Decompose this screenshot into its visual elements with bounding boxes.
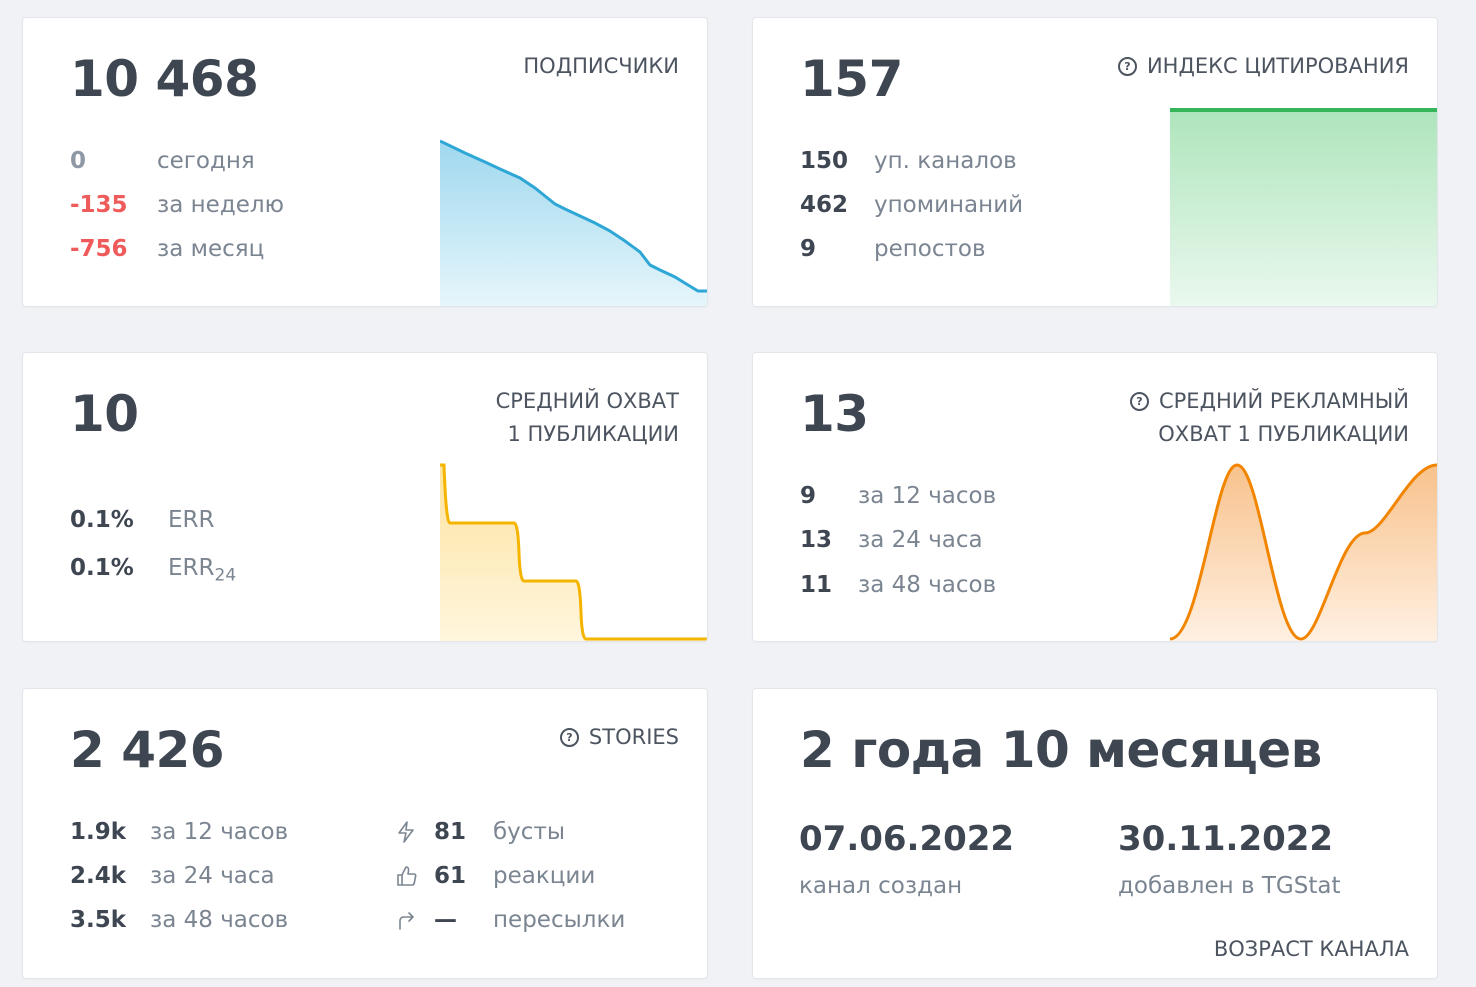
citation-card[interactable]: 157 ? ИНДЕКС ЦИТИРОВАНИЯ 150 уп. каналов… — [752, 17, 1438, 307]
age-card[interactable]: 2 года 10 месяцев 07.06.2022 канал созда… — [752, 688, 1438, 979]
help-icon[interactable]: ? — [1129, 392, 1149, 411]
reach-sparkline — [440, 463, 707, 641]
citation-row-channels: 150 уп. каналов — [800, 148, 1017, 174]
citation-row-mentions: 462 упоминаний — [800, 192, 1024, 218]
subscribers-title: ПОДПИСЧИКИ — [523, 54, 679, 78]
lightning-icon — [396, 821, 418, 846]
stories-boosts: 81 бусты — [396, 821, 565, 846]
forward-icon — [396, 909, 418, 934]
help-icon[interactable]: ? — [559, 728, 579, 747]
subscribers-row-week: -135 за неделю — [70, 192, 284, 218]
citation-title: ? ИНДЕКС ЦИТИРОВАНИЯ — [1117, 50, 1409, 83]
reach-err-row: 0.1% ERR — [70, 507, 215, 533]
subscribers-row-month: -756 за месяц — [70, 236, 265, 262]
created-date: 07.06.2022 — [799, 819, 1015, 859]
created-label: канал создан — [799, 873, 963, 899]
citation-sparkline — [1170, 108, 1437, 306]
subscribers-card[interactable]: 10 468 ПОДПИСЧИКИ 0 сегодня -135 за неде… — [22, 17, 708, 307]
subscribers-sparkline — [440, 139, 707, 306]
ad-reach-title: ? СРЕДНИЙ РЕКЛАМНЫЙ ОХВАТ 1 ПУБЛИКАЦИИ — [1129, 385, 1409, 451]
help-icon[interactable]: ? — [1117, 57, 1137, 76]
subscribers-count: 10 468 — [70, 50, 259, 108]
ad-reach-card[interactable]: 13 ? СРЕДНИЙ РЕКЛАМНЫЙ ОХВАТ 1 ПУБЛИКАЦИ… — [752, 352, 1438, 642]
stories-forwards: — пересылки — [396, 909, 625, 934]
subscribers-row-today: 0 сегодня — [70, 148, 255, 174]
added-label: добавлен в TGStat — [1118, 873, 1341, 899]
ad-reach-row-24h: 13 за 24 часа — [800, 527, 983, 553]
ad-reach-row-48h: 11 за 48 часов — [800, 572, 997, 598]
stories-row-24h: 2.4k за 24 часа — [70, 863, 275, 889]
stories-row-12h: 1.9k за 12 часов — [70, 819, 289, 845]
stories-title: ? STORIES — [559, 721, 679, 754]
age-title: ВОЗРАСТ КАНАЛА — [1213, 937, 1409, 961]
citation-index-value: 157 — [800, 50, 903, 108]
stories-row-48h: 3.5k за 48 часов — [70, 907, 289, 933]
thumbs-up-icon — [396, 865, 418, 890]
reach-err24-row: 0.1% ERR24 — [70, 555, 237, 586]
reach-card[interactable]: 10 СРЕДНИЙ ОХВАТ 1 ПУБЛИКАЦИИ 0.1% ERR 0… — [22, 352, 708, 642]
stories-value: 2 426 — [70, 721, 225, 779]
ad-reach-value: 13 — [800, 385, 869, 443]
ad-reach-sparkline — [1170, 463, 1437, 641]
citation-row-reposts: 9 репостов — [800, 236, 986, 262]
added-date: 30.11.2022 — [1118, 819, 1334, 859]
channel-age-value: 2 года 10 месяцев — [800, 721, 1322, 779]
reach-title: СРЕДНИЙ ОХВАТ 1 ПУБЛИКАЦИИ — [495, 389, 679, 446]
ad-reach-row-12h: 9 за 12 часов — [800, 483, 997, 509]
reach-value: 10 — [70, 385, 139, 443]
stories-card[interactable]: 2 426 ? STORIES 1.9k за 12 часов 2.4k за… — [22, 688, 708, 979]
stories-reactions: 61 реакции — [396, 865, 595, 890]
